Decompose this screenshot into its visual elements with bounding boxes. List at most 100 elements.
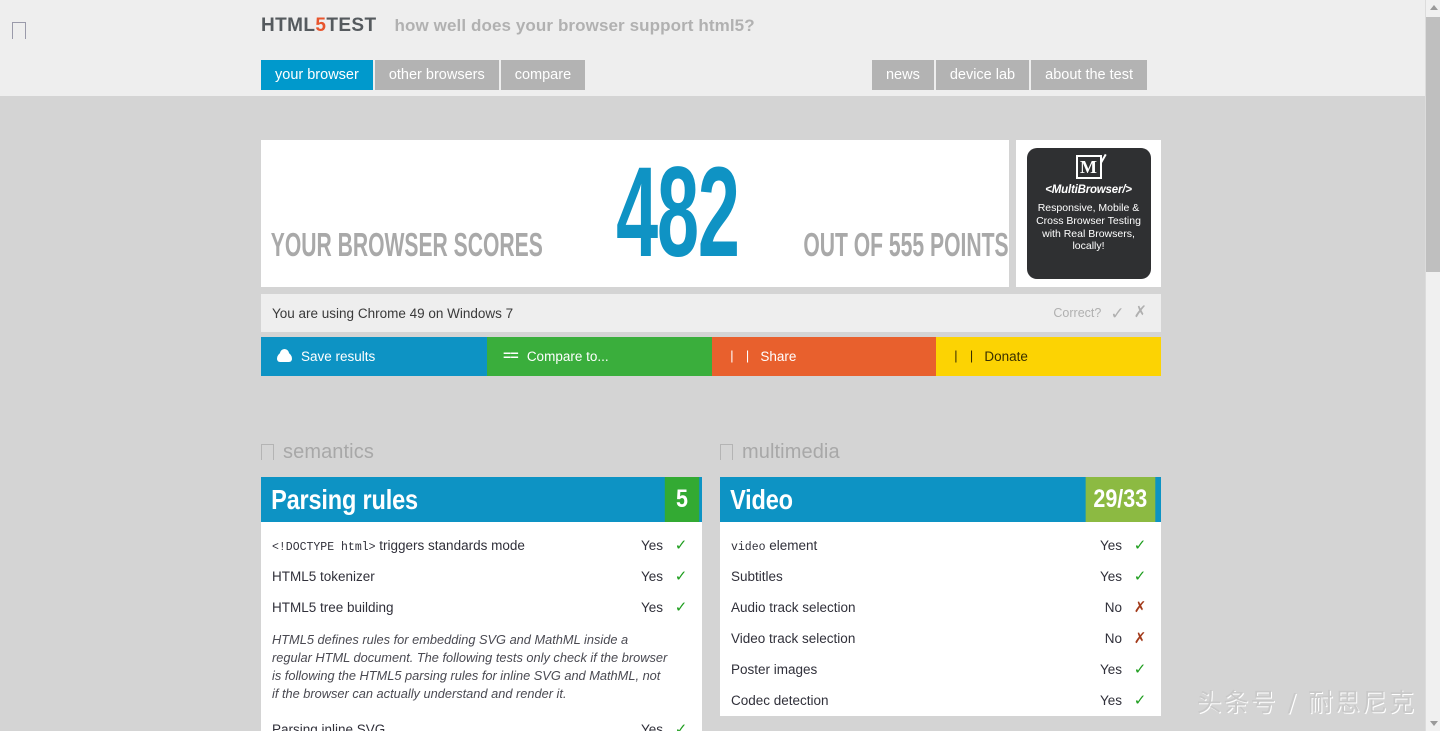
test-value: Yes <box>640 721 663 731</box>
confirm-cross-icon[interactable]: ✗ <box>1134 305 1147 321</box>
panel-header: Parsing rules 5 <box>261 477 702 522</box>
scroll-up-icon[interactable] <box>1426 0 1440 15</box>
logo-suffix: TEST <box>326 15 377 36</box>
test-value: No <box>1104 600 1122 615</box>
cross-icon: ✗ <box>1133 630 1147 647</box>
test-row-parsing-inline-svg[interactable]: Parsing inline SVG Yes ✓ <box>272 714 688 731</box>
cross-icon: ✗ <box>1133 599 1147 616</box>
test-name: <!DOCTYPE html> triggers standards mode <box>272 538 641 554</box>
confirm-check-icon[interactable]: ✓ <box>1110 305 1124 322</box>
test-name: Parsing inline SVG <box>272 721 386 731</box>
action-buttons: Save results == Compare to... | | Share … <box>261 337 1161 376</box>
site-tagline: how well does your browser support html5… <box>394 16 755 35</box>
nav-tab-about-the-test[interactable]: about the test <box>1031 60 1147 90</box>
test-name: Codec detection <box>731 693 829 708</box>
donate-label: Donate <box>984 349 1028 364</box>
ad-description: Responsive, Mobile & Cross Browser Testi… <box>1036 202 1141 253</box>
correct-label: Correct? <box>1053 306 1102 320</box>
primary-nav: your browser other browsers compare <box>261 60 586 90</box>
category-label-semantics: semantics <box>261 436 702 468</box>
test-value: Yes <box>640 569 663 584</box>
column-semantics: semantics Parsing rules 5 <!DOCTYPE html… <box>261 436 702 731</box>
test-name-mono: <!DOCTYPE html> <box>272 540 376 554</box>
check-icon: ✓ <box>674 720 688 731</box>
test-name-rest: triggers standards mode <box>375 537 525 553</box>
test-row-poster-images[interactable]: Poster images Yes ✓ <box>731 654 1147 685</box>
test-name: HTML5 tree building <box>272 600 394 615</box>
check-icon: ✓ <box>1133 661 1147 678</box>
site-header: HTML5TEST how well does your browser sup… <box>0 0 1425 96</box>
score-suffix-label: OUT OF 555 POINTS <box>803 226 1009 264</box>
panel-score-badge: 5 <box>664 477 700 522</box>
score-panel: YOUR BROWSER SCORES 482 OUT OF 555 POINT… <box>261 140 1009 287</box>
ad-title: <MultiBrowser/> <box>1045 184 1132 196</box>
share-button[interactable]: | | Share <box>712 337 936 376</box>
nav-tab-news[interactable]: news <box>871 60 934 90</box>
save-results-label: Save results <box>301 349 376 364</box>
multimedia-icon <box>720 444 733 460</box>
test-name-rest: element <box>765 537 818 553</box>
test-name: Subtitles <box>731 569 783 584</box>
secondary-nav: news device lab about the test <box>871 60 1147 90</box>
check-icon: ✓ <box>1133 537 1147 554</box>
test-value: Yes <box>1099 538 1122 553</box>
compare-to-label: Compare to... <box>526 349 609 364</box>
score-section: YOUR BROWSER SCORES 482 OUT OF 555 POINT… <box>261 140 1161 287</box>
panel-header: Video 29/33 <box>720 477 1161 522</box>
browser-info-text: You are using Chrome 49 on Windows 7 <box>272 305 514 321</box>
share-label: Share <box>760 349 797 364</box>
test-row-subtitles[interactable]: Subtitles Yes ✓ <box>731 561 1147 592</box>
test-row-tree-building[interactable]: HTML5 tree building Yes ✓ <box>272 592 688 623</box>
panel-title: Video <box>730 483 793 515</box>
nav-tab-device-lab[interactable]: device lab <box>935 60 1030 90</box>
site-logo[interactable]: HTML5TEST <box>261 15 377 37</box>
scrollbar-thumb[interactable] <box>1426 17 1440 272</box>
nav-tab-your-browser[interactable]: your browser <box>261 60 373 90</box>
test-value: No <box>1104 631 1122 646</box>
logo-five: 5 <box>315 15 327 36</box>
nav-tab-compare[interactable]: compare <box>500 60 586 90</box>
test-row-tokenizer[interactable]: HTML5 tokenizer Yes ✓ <box>272 561 688 592</box>
test-row-doctype[interactable]: <!DOCTYPE html> triggers standards mode … <box>272 530 688 561</box>
equals-icon: == <box>503 348 519 365</box>
category-name: multimedia <box>742 440 840 463</box>
test-row-audio-track-selection[interactable]: Audio track selection No ✗ <box>731 592 1147 623</box>
score-value: 482 <box>616 141 741 285</box>
scroll-down-icon[interactable] <box>1426 716 1440 731</box>
bars-icon-donate: | | <box>952 349 976 364</box>
panel-video: Video 29/33 video element Yes ✓ Subtitle… <box>720 477 1161 716</box>
category-label-multimedia: multimedia <box>720 436 1161 468</box>
panel-body: <!DOCTYPE html> triggers standards mode … <box>261 522 702 731</box>
test-value: Yes <box>1099 662 1122 677</box>
panel-score-badge: 29/33 <box>1086 477 1156 522</box>
logo-prefix: HTML <box>261 15 316 36</box>
test-value: Yes <box>1099 693 1122 708</box>
ad-logo-letter: M <box>1080 157 1097 177</box>
test-row-codec-detection[interactable]: Codec detection Yes ✓ <box>731 685 1147 716</box>
save-results-button[interactable]: Save results <box>261 337 487 376</box>
test-row-video-element[interactable]: video element Yes ✓ <box>731 530 1147 561</box>
ad-card[interactable]: M <MultiBrowser/> Responsive, Mobile & C… <box>1026 148 1151 279</box>
main-content: YOUR BROWSER SCORES 482 OUT OF 555 POINT… <box>0 96 1425 731</box>
test-value: Yes <box>640 600 663 615</box>
page-root: HTML5TEST how well does your browser sup… <box>0 0 1440 731</box>
watermark: 头条号 / 耐思尼克 <box>1196 688 1416 717</box>
test-name-mono: video <box>731 540 766 554</box>
score-prefix-label: YOUR BROWSER SCORES <box>270 226 543 264</box>
vertical-scrollbar[interactable] <box>1425 0 1440 731</box>
test-name: video element <box>731 538 1100 554</box>
panel-note: HTML5 defines rules for embedding SVG an… <box>272 632 668 702</box>
check-icon: ✓ <box>674 599 688 616</box>
advertisement-panel[interactable]: M <MultiBrowser/> Responsive, Mobile & C… <box>1016 140 1161 287</box>
test-row-video-track-selection[interactable]: Video track selection No ✗ <box>731 623 1147 654</box>
test-name: HTML5 tokenizer <box>272 569 375 584</box>
check-icon: ✓ <box>674 537 688 554</box>
check-icon: ✓ <box>674 568 688 585</box>
nav-tab-other-browsers[interactable]: other browsers <box>374 60 499 90</box>
donate-button[interactable]: | | Donate <box>936 337 1161 376</box>
test-value: Yes <box>640 538 663 553</box>
column-multimedia: multimedia Video 29/33 video element Yes… <box>720 436 1161 731</box>
check-icon: ✓ <box>1133 692 1147 709</box>
compare-to-button[interactable]: == Compare to... <box>487 337 712 376</box>
bars-icon-share: | | <box>728 349 752 364</box>
